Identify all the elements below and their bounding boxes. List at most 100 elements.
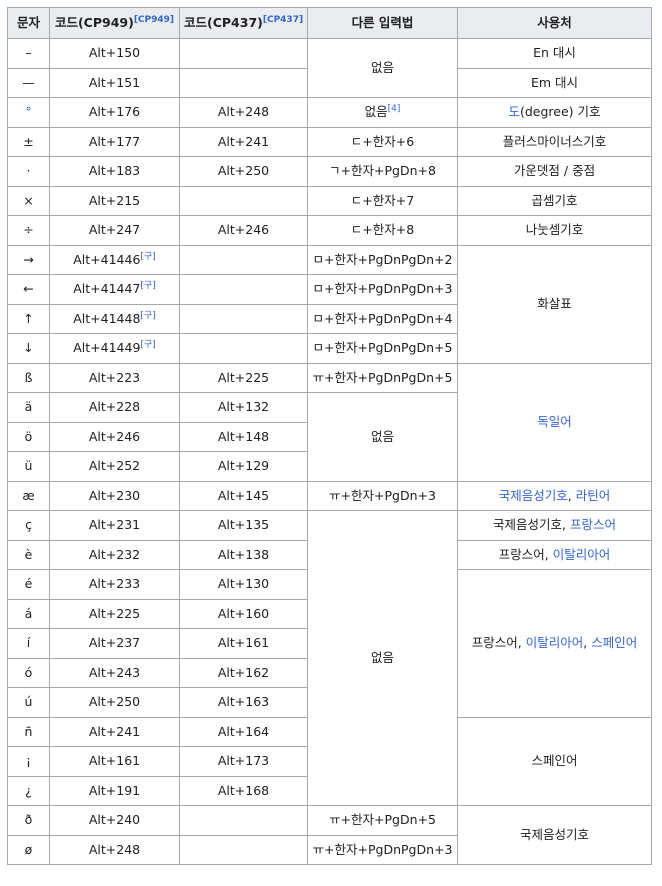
input-text: 없음 (370, 428, 394, 444)
cp949-text: Alt+237 (88, 635, 141, 651)
cp949-cell: Alt+150 (49, 38, 180, 69)
cp949-cell: Alt+41448[구] (49, 303, 180, 334)
input-text: ㄱ+한자+PgDn+8 (329, 163, 436, 179)
char-cell: ¿ (7, 775, 50, 806)
input-cell: ㄷ+한자+6 (307, 126, 458, 157)
header-usage: 사용처 (457, 7, 652, 39)
ref-link[interactable]: [구] (140, 311, 155, 321)
cp949-cell: Alt+241 (49, 716, 180, 747)
input-text: 없음 (370, 60, 394, 75)
cp949-cell: Alt+215 (49, 185, 180, 216)
input-cell: ㄷ+한자+8 (307, 215, 458, 246)
usage-cell: Em 대시 (457, 67, 652, 98)
ref-link[interactable]: [구] (140, 252, 155, 262)
table-body: – Alt+150 없음 En 대시 — Alt+151 Em 대시 ° Alt+176 Alt+… (7, 38, 652, 865)
char-text: ö (24, 428, 33, 444)
cp949-text: Alt+41446 (73, 251, 141, 267)
cp949-text: Alt+231 (88, 517, 141, 533)
alt-code-table: 문자 코드(CP949)[CP949] 코드(CP437)[CP437] 다른 … (7, 7, 652, 865)
usage-text: 국제음성기호 (519, 827, 589, 842)
char-text: ¿ (25, 782, 32, 798)
char-text: ç (25, 517, 32, 533)
usage-text: 화살표 (537, 296, 572, 311)
usage-text: 곱셈기호 (531, 192, 578, 208)
cp949-text: Alt+151 (88, 74, 141, 90)
input-text: ㄷ+한자+7 (350, 192, 415, 208)
cp949-text: Alt+176 (88, 104, 141, 120)
cp437-text: Alt+225 (217, 369, 270, 385)
input-cell: 없음[4] (307, 97, 458, 128)
cp949-text: Alt+232 (88, 546, 141, 562)
char-cell: ð (7, 805, 50, 836)
usage-link[interactable]: 도 (508, 104, 520, 119)
usage-cell: 독일어 (457, 362, 652, 482)
char-cell: ← (7, 274, 50, 305)
table-row: ° Alt+176 Alt+248 없음[4] 도(degree) 기호 (7, 97, 652, 128)
cp437-cell: Alt+148 (179, 421, 308, 452)
usage-text: 스페인어 (531, 753, 578, 769)
cp437-cell: Alt+162 (179, 657, 308, 688)
char-cell: ö (7, 421, 50, 452)
cp949-ref-link[interactable]: [CP949] (134, 15, 174, 25)
input-text: ㅁ+한자+PgDnPgDn+4 (312, 310, 453, 326)
table-row: æ Alt+230 Alt+145 ㅠ+한자+PgDn+3 국제음성기호, 라틴어 (7, 480, 652, 511)
usage-link[interactable]: 이탈리아어 (526, 635, 584, 650)
cp949-cell: Alt+41449[구] (49, 333, 180, 364)
char-text: ↑ (23, 310, 34, 326)
table-row: → Alt+41446[구] ㅁ+한자+PgDnPgDn+2 화살표 (7, 244, 652, 364)
cp949-text: Alt+247 (88, 222, 141, 238)
cp437-text: Alt+241 (217, 133, 270, 149)
cp949-text: Alt+150 (88, 45, 141, 61)
cp949-text: Alt+250 (88, 694, 141, 710)
usage-link[interactable]: 스페인어 (591, 635, 637, 650)
cp437-cell: Alt+241 (179, 126, 308, 157)
cp949-cell: Alt+250 (49, 687, 180, 718)
char-text: ø (24, 841, 33, 857)
char-cell: ñ (7, 716, 50, 747)
ref-link[interactable]: [구] (140, 340, 155, 350)
cp949-text: Alt+233 (88, 576, 141, 592)
ref-link[interactable]: [구] (140, 281, 155, 291)
usage-text: (degree) 기호 (519, 104, 601, 120)
input-cell: 없음 (307, 392, 458, 482)
char-text: × (23, 192, 34, 208)
cp437-cell (179, 805, 308, 836)
usage-link[interactable]: 라틴어 (576, 488, 611, 503)
cp437-ref-link[interactable]: [CP437] (263, 15, 303, 25)
cp949-cell: Alt+248 (49, 834, 180, 865)
input-text: ㅁ+한자+PgDnPgDn+5 (312, 340, 453, 356)
char-text: æ (22, 487, 35, 503)
table-row: ç Alt+231 Alt+135 없음 국제음성기호, 프랑스어 (7, 510, 652, 806)
char-text: ± (23, 133, 34, 149)
input-text: 없음 (364, 104, 388, 120)
usage-cell: En 대시 (457, 38, 652, 69)
usage-cell: 프랑스어, 이탈리아어 (457, 539, 652, 570)
usage-text: Em 대시 (530, 74, 579, 90)
char-cell: → (7, 244, 50, 275)
header-char: 문자 (7, 7, 50, 39)
usage-link[interactable]: 독일어 (537, 414, 572, 429)
usage-cell: 곱셈기호 (457, 185, 652, 216)
input-text: ㄷ+한자+8 (350, 222, 415, 238)
char-cell: · (7, 156, 50, 187)
usage-link[interactable]: 프랑스어 (570, 517, 616, 532)
char-text: ß (24, 369, 33, 385)
cp437-text: Alt+168 (217, 782, 270, 798)
cp949-cell: Alt+183 (49, 156, 180, 187)
input-cell: ㅠ+한자+PgDn+5 (307, 805, 458, 836)
input-cell: ㅠ+한자+PgDn+3 (307, 480, 458, 511)
input-cell: 없음 (307, 38, 458, 98)
cp437-cell: Alt+130 (179, 569, 308, 600)
usage-link[interactable]: 국제음성기호 (499, 488, 568, 503)
char-cell: á (7, 598, 50, 629)
input-text: ㄷ+한자+6 (350, 133, 415, 149)
input-cell: ㅁ+한자+PgDnPgDn+5 (307, 333, 458, 364)
cp949-cell: Alt+41446[구] (49, 244, 180, 275)
char-text[interactable]: ° (25, 104, 31, 119)
ref-link[interactable]: [4] (388, 104, 401, 114)
char-cell: ß (7, 362, 50, 393)
usage-text: 국제음성기호, (493, 517, 570, 533)
cp949-cell: Alt+231 (49, 510, 180, 541)
char-text: ü (24, 458, 33, 474)
usage-link[interactable]: 이탈리아어 (553, 547, 611, 562)
